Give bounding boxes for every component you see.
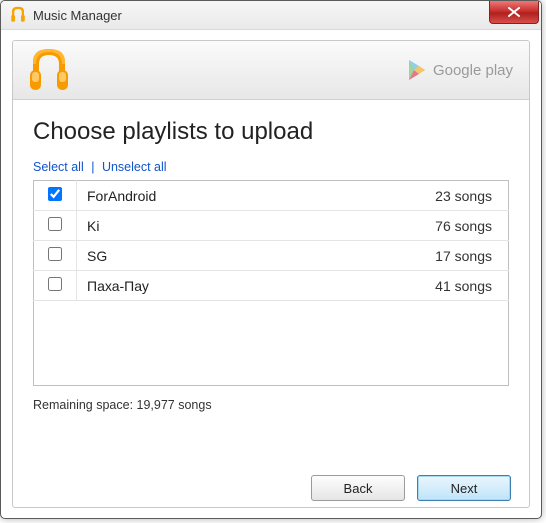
playlist-count: 23 songs (382, 181, 509, 211)
playlist-checkbox[interactable] (48, 247, 62, 261)
playlist-count: 76 songs (382, 211, 509, 241)
select-all-link[interactable]: Select all (33, 160, 84, 174)
app-icon (9, 6, 27, 24)
play-icon (407, 59, 427, 81)
playlist-count: 41 songs (382, 271, 509, 301)
checkbox-cell (34, 241, 77, 271)
client-area: Google play Choose playlists to upload S… (1, 30, 541, 519)
playlist-count: 17 songs (382, 241, 509, 271)
next-button[interactable]: Next (417, 475, 511, 501)
playlist-name: SG (77, 241, 383, 271)
playlist-checkbox[interactable] (48, 187, 62, 201)
page-title: Choose playlists to upload (33, 118, 509, 146)
checkbox-cell (34, 271, 77, 301)
playlist-checkbox[interactable] (48, 277, 62, 291)
table-row[interactable]: Ki76 songs (34, 211, 509, 241)
checkbox-cell (34, 181, 77, 211)
separator: | (91, 160, 94, 174)
window-title: Music Manager (33, 8, 489, 23)
playlist-checkbox[interactable] (48, 217, 62, 231)
playlist-name: ForAndroid (77, 181, 383, 211)
checkbox-cell (34, 211, 77, 241)
close-icon (508, 7, 520, 17)
playlist-name: Паха-Пау (77, 271, 383, 301)
table-filler (34, 301, 509, 386)
selection-links: Select all | Unselect all (33, 160, 509, 174)
content: Choose playlists to upload Select all | … (13, 100, 529, 461)
playlist-table: ForAndroid23 songsKi76 songsSG17 songsПа… (33, 180, 509, 386)
table-row[interactable]: SG17 songs (34, 241, 509, 271)
window: Music Manager (0, 0, 542, 519)
close-button[interactable] (489, 1, 539, 24)
table-row[interactable]: Паха-Пау41 songs (34, 271, 509, 301)
table-row[interactable]: ForAndroid23 songs (34, 181, 509, 211)
google-play-label: Google play (433, 62, 513, 79)
unselect-all-link[interactable]: Unselect all (102, 160, 167, 174)
footer: Back Next (13, 461, 529, 507)
back-button[interactable]: Back (311, 475, 405, 501)
google-play-brand: Google play (407, 59, 513, 81)
titlebar: Music Manager (1, 1, 541, 30)
playlist-name: Ki (77, 211, 383, 241)
main-panel: Google play Choose playlists to upload S… (12, 40, 530, 508)
remaining-space: Remaining space: 19,977 songs (33, 398, 509, 412)
banner: Google play (13, 41, 529, 100)
headphones-icon (23, 46, 75, 97)
